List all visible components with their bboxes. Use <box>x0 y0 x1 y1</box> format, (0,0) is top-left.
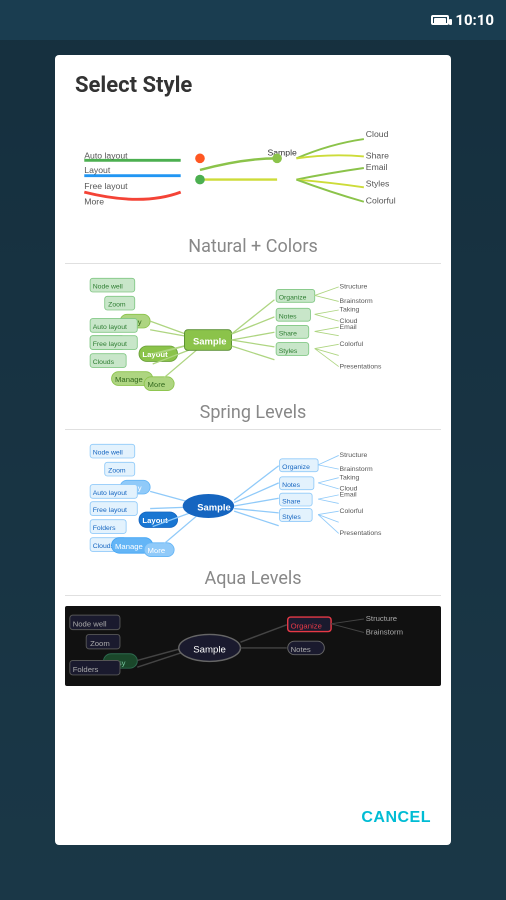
divider-1 <box>65 263 441 264</box>
svg-text:Email: Email <box>366 162 388 172</box>
svg-text:Manage: Manage <box>115 542 143 551</box>
svg-text:Styles: Styles <box>279 348 298 355</box>
svg-text:Auto layout: Auto layout <box>84 150 128 160</box>
svg-text:Colorful: Colorful <box>340 341 364 348</box>
svg-text:Styles: Styles <box>366 178 390 188</box>
svg-text:More: More <box>84 197 104 207</box>
style-option-spring-levels-2[interactable]: Node well Zoom Easy Auto layout Free lay… <box>65 440 441 596</box>
style-option-spring-levels[interactable]: Node well Zoom Easy Folders Clouds Manag… <box>65 274 441 430</box>
svg-text:Brainstorm: Brainstorm <box>340 298 373 305</box>
svg-text:Email: Email <box>340 324 358 331</box>
svg-text:Colorful: Colorful <box>340 508 364 515</box>
svg-text:Presentations: Presentations <box>340 363 382 370</box>
dialog-footer: CANCEL <box>55 791 451 845</box>
svg-text:Notes: Notes <box>282 482 300 489</box>
svg-text:Share: Share <box>282 498 300 505</box>
svg-text:Node well: Node well <box>73 620 107 629</box>
svg-text:Sample: Sample <box>193 645 226 656</box>
style-preview-spring-levels-2: Node well Zoom Easy Auto layout Free lay… <box>65 440 441 560</box>
svg-text:Folders: Folders <box>93 525 116 532</box>
svg-text:Styles: Styles <box>282 514 301 521</box>
svg-text:Cloud: Cloud <box>366 129 389 139</box>
svg-text:Layout: Layout <box>84 165 111 175</box>
svg-text:Auto layout: Auto layout <box>93 324 127 331</box>
style-option-natural-colors[interactable]: Auto layout Layout Free layout More Samp… <box>65 108 441 264</box>
divider-3 <box>65 595 441 596</box>
svg-text:Organize: Organize <box>282 464 310 471</box>
svg-text:Sample: Sample <box>197 501 230 512</box>
svg-text:Node well: Node well <box>93 284 124 291</box>
cancel-button[interactable]: CANCEL <box>357 801 435 835</box>
svg-text:Node well: Node well <box>93 450 124 457</box>
svg-text:Zoom: Zoom <box>90 639 110 648</box>
style-label-natural-colors: Natural + Colors <box>65 228 441 263</box>
svg-text:Zoom: Zoom <box>108 468 126 475</box>
svg-text:Structure: Structure <box>340 452 368 459</box>
svg-text:Zoom: Zoom <box>108 302 126 309</box>
style-option-aqua-levels[interactable]: Node well Zoom Easy Folders Sample <box>65 606 441 686</box>
svg-text:Organize: Organize <box>291 622 322 631</box>
svg-text:Structure: Structure <box>366 614 397 623</box>
svg-text:Notes: Notes <box>291 645 311 654</box>
svg-text:Notes: Notes <box>279 314 297 321</box>
svg-text:Structure: Structure <box>340 284 368 291</box>
svg-text:Folders: Folders <box>73 665 99 674</box>
svg-text:Auto layout: Auto layout <box>93 490 127 497</box>
select-style-dialog: Select Style <box>55 55 451 845</box>
svg-text:Free layout: Free layout <box>93 507 127 514</box>
style-label-spring-levels: Spring Levels <box>65 394 441 429</box>
svg-text:Taking: Taking <box>340 474 360 481</box>
svg-text:Free layout: Free layout <box>93 341 127 348</box>
divider-2 <box>65 429 441 430</box>
svg-text:Clouds: Clouds <box>93 359 115 366</box>
style-preview-spring-levels: Node well Zoom Easy Folders Clouds Manag… <box>65 274 441 394</box>
status-bar: 10:10 <box>0 0 506 40</box>
dialog-content[interactable]: Auto layout Layout Free layout More Samp… <box>55 108 451 791</box>
svg-text:Organize: Organize <box>279 295 307 302</box>
svg-text:Share: Share <box>366 150 389 160</box>
svg-text:More: More <box>148 546 166 555</box>
svg-text:More: More <box>148 380 166 389</box>
svg-text:Brainstorm: Brainstorm <box>366 627 403 636</box>
svg-text:Colorful: Colorful <box>366 196 396 206</box>
svg-text:Sample: Sample <box>267 147 297 157</box>
svg-text:Taking: Taking <box>340 307 360 314</box>
svg-text:Free layout: Free layout <box>84 181 128 191</box>
svg-text:Presentations: Presentations <box>340 530 382 537</box>
dialog-title: Select Style <box>55 55 451 108</box>
svg-text:Sample: Sample <box>193 335 226 346</box>
svg-text:Layout: Layout <box>142 516 168 525</box>
battery-icon <box>431 15 449 25</box>
svg-text:Email: Email <box>340 492 358 499</box>
time: 10:10 <box>455 11 494 29</box>
svg-text:Share: Share <box>279 331 297 338</box>
svg-text:Brainstorm: Brainstorm <box>340 466 373 473</box>
style-label-aqua-levels: Aqua Levels <box>65 560 441 595</box>
svg-text:Manage: Manage <box>115 375 143 384</box>
style-preview-aqua-levels: Node well Zoom Easy Folders Sample <box>65 606 441 686</box>
style-preview-natural-colors: Auto layout Layout Free layout More Samp… <box>65 108 441 228</box>
